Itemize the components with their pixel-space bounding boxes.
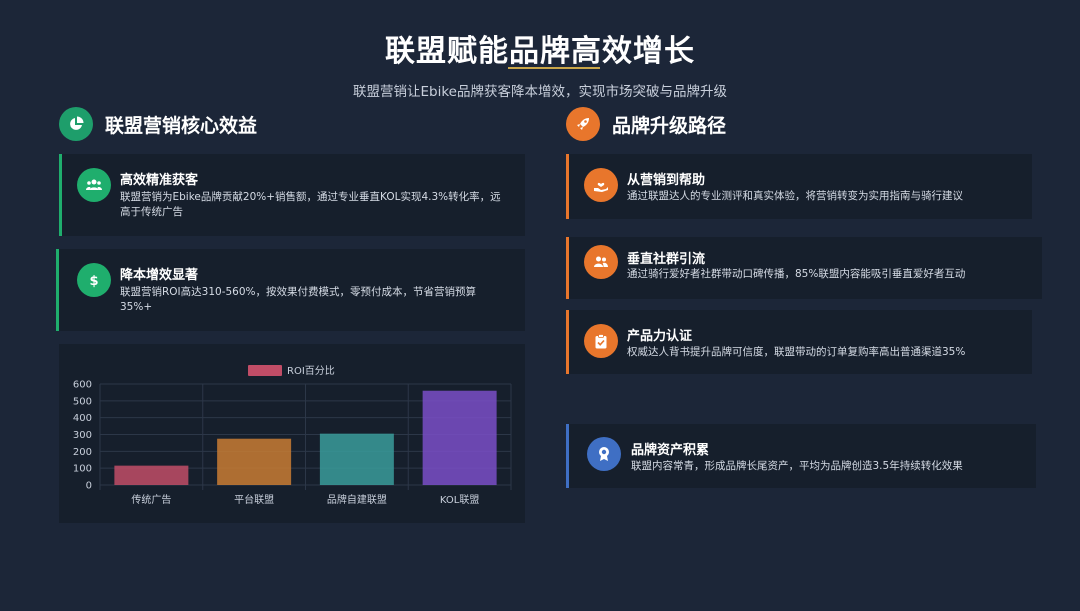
card-description: 通过联盟达人的专业测评和真实体验，将营销转变为实用指南与骑行建议 [627,190,963,202]
path-card-community-traffic: 垂直社群引流 通过骑行爱好者社群带动口碑传播，85%联盟内容能吸引垂直爱好者互动 [566,237,1042,299]
award-icon [587,437,621,471]
path-card-product-certification: 产品力认证 权威达人背书提升品牌可信度，联盟带动的订单复购率高出普通渠道35% [566,310,1032,374]
card-title: 从营销到帮助 [627,173,706,188]
bar-1 [217,438,292,485]
title-underline [508,67,600,69]
page-subtitle: 联盟营销让Ebike品牌获客降本增效，实现市场突破与品牌升级 [353,84,727,100]
benefit-card-cost-efficiency: $ 降本增效显著 联盟营销ROI高达310-560%，按效果付费模式，零预付成本… [56,249,525,331]
rocket-icon [566,107,600,141]
bar-3 [422,390,497,485]
helping-hand-icon [584,168,618,202]
x-tick-label: 传统广告 [131,493,171,506]
users-icon [77,168,111,202]
card-title: 品牌资产积累 [631,443,710,458]
chart-svg: ROI百分比 0 100 200 300 400 500 600 传统广告 平台联盟 品牌自建联盟 K… [73,365,512,506]
benefit-card-precise-acquisition: 高效精准获客 联盟营销为Ebike品牌贡献20%+销售额，通过专业垂直KOL实现… [59,154,525,236]
y-tick-label: 400 [73,413,92,424]
card-title: 高效精准获客 [120,173,199,188]
dollar-icon: $ [77,263,111,297]
y-tick-label: 200 [73,447,92,458]
pie-chart-icon [59,107,93,141]
x-tick-label: KOL联盟 [440,494,479,506]
x-tick-label: 平台联盟 [234,493,274,506]
y-tick-label: 100 [73,464,92,475]
card-title: 降本增效显著 [120,268,199,283]
x-tick-label: 品牌自建联盟 [327,493,387,506]
right-section-header: 品牌升级路径 [566,107,726,141]
clipboard-check-icon [584,324,618,358]
y-tick-label: 600 [73,380,92,391]
legend-swatch [248,365,282,376]
y-tick-label: 500 [73,396,92,407]
community-icon [584,245,618,279]
card-description: 联盟内容常青，形成品牌长尾资产，平均为品牌创造3.5年持续转化效果 [631,460,963,472]
svg-text:$: $ [89,274,98,288]
card-title: 垂直社群引流 [627,252,706,267]
card-description: 联盟营销ROI高达310-560%，按效果付费模式，零预付成本，节省营销预算35… [120,286,477,313]
left-section-title: 联盟营销核心效益 [105,114,258,137]
card-title: 产品力认证 [627,329,693,344]
card-description: 权威达人背书提升品牌可信度，联盟带动的订单复购率高出普通渠道35% [627,346,966,358]
path-card-brand-assets: 品牌资产积累 联盟内容常青，形成品牌长尾资产，平均为品牌创造3.5年持续转化效果 [566,424,1036,488]
y-tick-label: 0 [86,481,92,492]
bar-2 [319,433,394,485]
roi-bar-chart: ROI百分比 0 100 200 300 400 500 600 传统广告 平台联盟 品牌自建联盟 K… [59,344,525,523]
page-title: 联盟赋能品牌高效增长 [385,34,695,69]
card-description: 通过骑行爱好者社群带动口碑传播，85%联盟内容能吸引垂直爱好者互动 [627,268,966,280]
right-section-title: 品牌升级路径 [612,114,727,137]
bar-0 [114,465,189,485]
card-description: 联盟营销为Ebike品牌贡献20%+销售额，通过专业垂直KOL实现4.3%转化率… [120,191,501,218]
left-section-header: 联盟营销核心效益 [59,107,257,141]
y-tick-label: 300 [73,430,92,441]
legend-label: ROI百分比 [287,365,335,377]
path-card-marketing-to-help: 从营销到帮助 通过联盟达人的专业测评和真实体验，将营销转变为实用指南与骑行建议 [566,154,1032,219]
